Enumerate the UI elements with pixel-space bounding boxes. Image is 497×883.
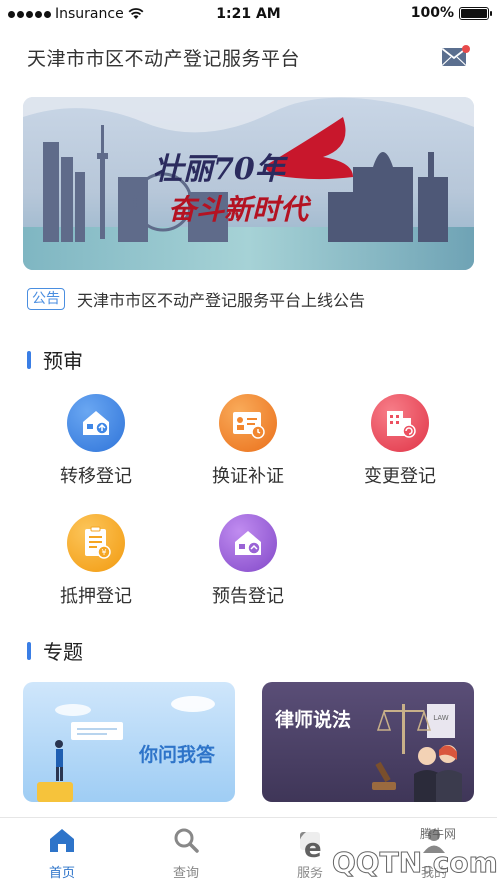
section-title: 预审 bbox=[43, 349, 83, 373]
app-header: 天津市市区不动产登记服务平台 bbox=[0, 40, 497, 74]
section-preview: 预审 bbox=[27, 345, 83, 374]
lawyer-illustration: LAW bbox=[372, 704, 462, 802]
tab-label: 查询 bbox=[172, 866, 199, 881]
battery-fill bbox=[461, 8, 487, 18]
home-banner[interactable]: 壮丽70年 奋斗新时代 bbox=[23, 97, 474, 270]
home-icon bbox=[50, 829, 74, 852]
watermark-tag: 腾牛网 bbox=[420, 826, 456, 841]
topic-card-qa[interactable]: 你问我答 bbox=[23, 682, 235, 802]
banner-headline-1: 壮丽70年 bbox=[153, 152, 289, 187]
watermark-logo: e QQTN.com 腾牛网 bbox=[298, 826, 497, 880]
section-title: 专题 bbox=[43, 640, 83, 664]
topic-title: 律师说法 bbox=[275, 709, 352, 731]
service-transfer-registration[interactable]: 转移登记 bbox=[31, 394, 161, 488]
tab-search[interactable]: 查询 bbox=[146, 826, 226, 881]
topic-title: 你问我答 bbox=[139, 744, 216, 766]
banner-headline-2: 奋斗新时代 bbox=[168, 193, 312, 226]
banner-image: 壮丽70年 奋斗新时代 bbox=[23, 97, 474, 270]
search-icon bbox=[174, 828, 199, 853]
house-notice-icon bbox=[219, 514, 277, 572]
service-label: 预告登记 bbox=[212, 586, 284, 607]
battery-icon bbox=[459, 6, 492, 20]
section-topics: 专题 bbox=[27, 636, 83, 665]
service-change-registration[interactable]: 变更登记 bbox=[335, 394, 465, 488]
section-marker bbox=[27, 641, 31, 660]
tab-label: 首页 bbox=[48, 866, 75, 881]
certificate-icon bbox=[219, 394, 277, 452]
mortgage-document-icon: ¥ bbox=[67, 514, 125, 572]
tab-home[interactable]: 首页 bbox=[22, 826, 102, 881]
service-advance-notice-registration[interactable]: 预告登记 bbox=[183, 514, 313, 608]
watermark-site: QQTN.com bbox=[332, 846, 497, 879]
service-label: 转移登记 bbox=[60, 466, 132, 487]
notice-tag: 公告 bbox=[27, 288, 65, 310]
battery-percent: 100% bbox=[410, 5, 454, 21]
service-label: 换证补证 bbox=[212, 466, 284, 487]
house-transfer-icon bbox=[67, 394, 125, 452]
notice-text[interactable]: 天津市市区不动产登记服务平台上线公告 bbox=[77, 287, 365, 311]
section-marker bbox=[27, 350, 31, 369]
notice-bar[interactable]: 公告 天津市市区不动产登记服务平台上线公告 bbox=[27, 286, 365, 312]
svg-text:e: e bbox=[304, 834, 322, 864]
service-label: 抵押登记 bbox=[60, 586, 132, 607]
mail-icon[interactable] bbox=[441, 44, 471, 68]
svg-text:LAW: LAW bbox=[433, 714, 448, 722]
status-bar: Insurance 1:21 AM 100% bbox=[0, 0, 497, 28]
service-label: 变更登记 bbox=[364, 466, 436, 487]
service-mortgage-registration[interactable]: ¥ 抵押登记 bbox=[31, 514, 161, 608]
status-right: 100% bbox=[410, 5, 492, 21]
service-certificate-replacement[interactable]: 换证补证 bbox=[183, 394, 313, 488]
topic-card-lawyer[interactable]: LAW 律师说法 bbox=[262, 682, 474, 802]
page-title: 天津市市区不动产登记服务平台 bbox=[27, 48, 301, 70]
building-change-icon bbox=[371, 394, 429, 452]
svg-text:¥: ¥ bbox=[101, 548, 106, 557]
